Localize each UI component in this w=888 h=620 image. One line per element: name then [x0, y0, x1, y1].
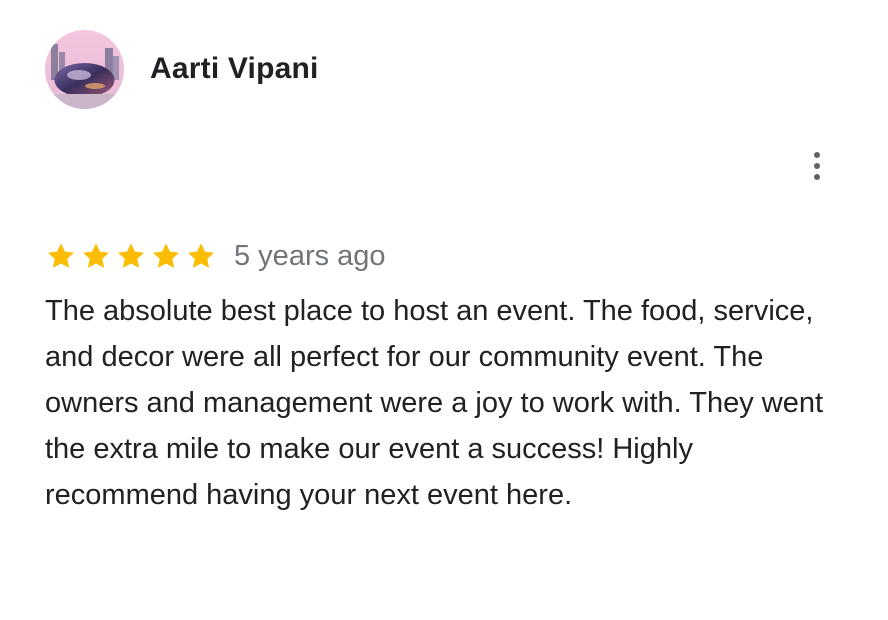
more-options-button[interactable] — [800, 146, 834, 186]
more-vert-icon-dot — [814, 174, 820, 180]
star-rating — [45, 240, 220, 272]
star-icon — [45, 240, 77, 272]
star-icon — [185, 240, 217, 272]
more-vert-icon-dot — [814, 152, 820, 158]
avatar-photo — [45, 30, 124, 109]
star-icon — [150, 240, 182, 272]
review-time: 5 years ago — [234, 239, 386, 272]
reviewer-name[interactable]: Aarti Vipani — [150, 50, 319, 88]
review-text: The absolute best place to host an event… — [45, 295, 824, 511]
reviewer-avatar[interactable] — [45, 30, 124, 109]
more-vert-icon-dot — [814, 163, 820, 169]
rating-row: 5 years ago — [45, 236, 386, 276]
star-icon — [80, 240, 112, 272]
star-icon — [115, 240, 147, 272]
